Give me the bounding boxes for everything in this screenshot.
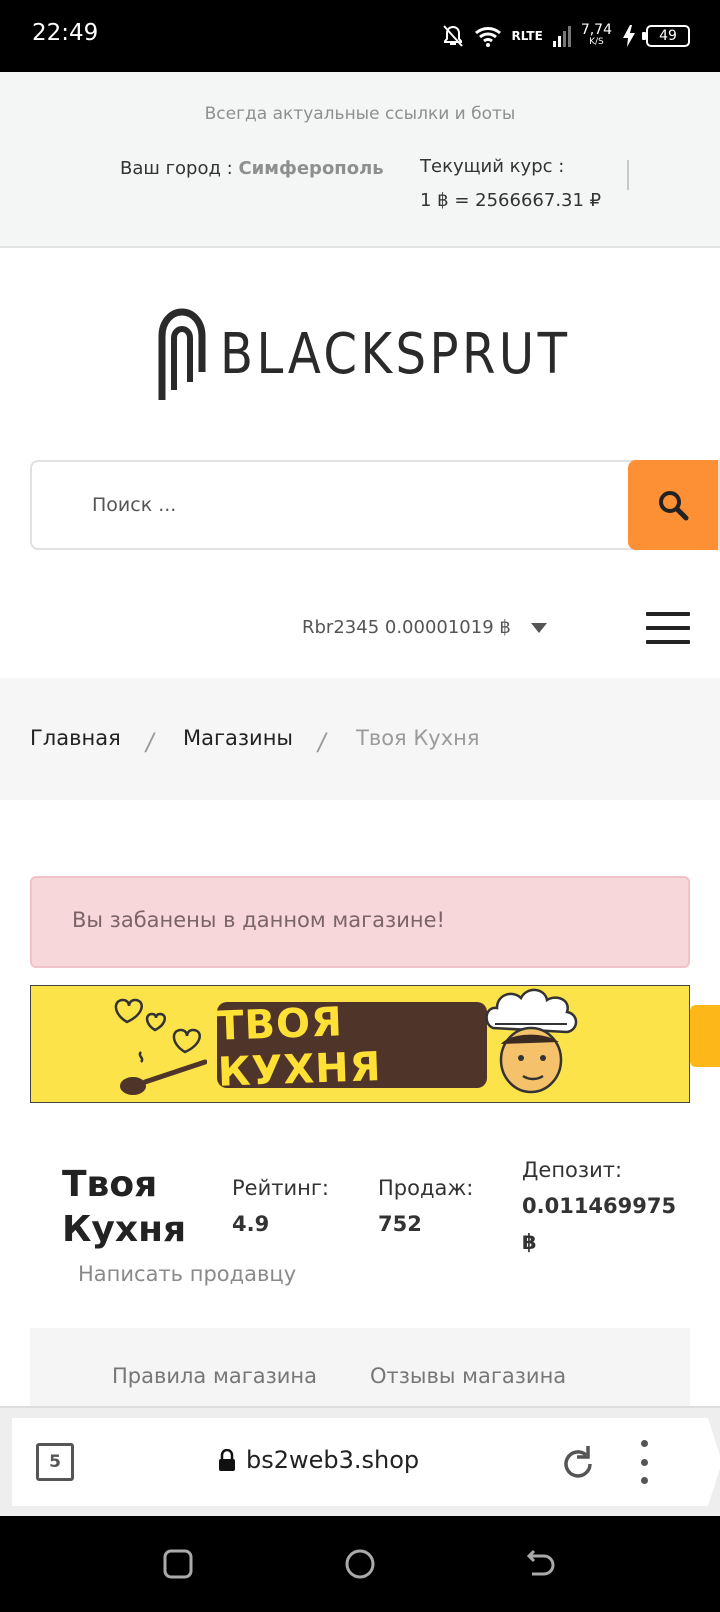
search-button[interactable] bbox=[628, 460, 718, 550]
reload-icon[interactable] bbox=[560, 1442, 596, 1482]
address-bar[interactable]: 5 bs2web3.shop bbox=[12, 1418, 720, 1506]
breadcrumb-separator: / bbox=[315, 728, 329, 756]
city-label: Ваш город : bbox=[120, 158, 233, 179]
deposit-value: 0.011469975 bbox=[522, 1194, 677, 1218]
alert-text: Вы забанены в данном магазине! bbox=[72, 908, 445, 932]
rate-label: Текущий курс : bbox=[420, 156, 565, 177]
logo-text: BLACKSPRUT bbox=[220, 321, 571, 387]
chevron-down-icon bbox=[530, 622, 547, 633]
dot-icon bbox=[640, 1477, 648, 1484]
tagline-link[interactable]: Всегда актуальные ссылки и боты bbox=[0, 104, 720, 124]
account-dropdown[interactable]: Rbr2345 0.00001019 ฿ bbox=[302, 617, 547, 638]
city-selector[interactable]: Ваш город : Симферополь bbox=[120, 158, 384, 179]
speed-unit: K/S bbox=[589, 37, 604, 47]
rating-value: 4.9 bbox=[232, 1212, 270, 1236]
menu-icon-line bbox=[646, 640, 690, 644]
breadcrumb-separator: / bbox=[143, 728, 157, 756]
site-logo[interactable]: BLACKSPRUT bbox=[158, 308, 568, 400]
status-time: 22:49 bbox=[32, 20, 99, 46]
shop-name-line2: Кухня bbox=[62, 1209, 187, 1250]
exchange-rate: Текущий курс : 1 ฿ = 2566667.31 ₽ bbox=[420, 150, 601, 218]
sales-label: Продаж: bbox=[378, 1176, 474, 1200]
banner-side-tab[interactable] bbox=[690, 1005, 720, 1067]
menu-icon-line bbox=[646, 626, 690, 630]
wifi-icon bbox=[474, 27, 501, 47]
menu-button[interactable] bbox=[646, 612, 690, 644]
more-options-button[interactable] bbox=[638, 1440, 650, 1484]
battery-level: 49 bbox=[659, 28, 677, 44]
url-display[interactable]: bs2web3.shop bbox=[218, 1446, 419, 1474]
account-balance: Rbr2345 0.00001019 ฿ bbox=[302, 617, 511, 638]
write-seller-link[interactable]: Написать продавцу bbox=[78, 1262, 296, 1286]
search-input[interactable] bbox=[32, 462, 632, 548]
shop-tabs: Правила магазина Отзывы магазина bbox=[30, 1328, 690, 1408]
battery-icon: 49 bbox=[642, 25, 690, 47]
dot-icon bbox=[640, 1440, 648, 1447]
tab-shop-reviews[interactable]: Отзывы магазина bbox=[370, 1364, 566, 1388]
network-speed: 7,74 K/S bbox=[580, 22, 612, 48]
shop-banner: ТВОЯ КУХНЯ bbox=[30, 985, 690, 1103]
home-icon[interactable] bbox=[344, 1548, 376, 1580]
top-info-bar: Всегда актуальные ссылки и боты Ваш горо… bbox=[0, 72, 720, 248]
menu-icon-line bbox=[646, 612, 690, 616]
breadcrumb-home[interactable]: Главная bbox=[30, 726, 121, 750]
divider bbox=[627, 160, 629, 190]
rating-label: Рейтинг: bbox=[232, 1176, 329, 1200]
banner-title: ТВОЯ КУХНЯ bbox=[215, 999, 383, 1096]
tab-switcher-button[interactable]: 5 bbox=[36, 1443, 74, 1481]
tab-count: 5 bbox=[49, 1452, 61, 1472]
speed-value: 7,74 bbox=[580, 22, 612, 38]
signal-icon bbox=[552, 26, 571, 47]
sales-value: 752 bbox=[378, 1212, 422, 1236]
banner-title-box: ТВОЯ КУХНЯ bbox=[215, 999, 487, 1096]
status-icons: RLTE 7,74 K/S 49 bbox=[442, 20, 690, 52]
breadcrumb: Главная / Магазины / Твоя Кухня bbox=[0, 678, 720, 800]
shop-name: Твоя Кухня bbox=[62, 1162, 186, 1252]
browser-toolbar: 5 bs2web3.shop bbox=[0, 1406, 720, 1516]
dot-icon bbox=[640, 1458, 648, 1466]
spoon-icon bbox=[120, 1051, 207, 1095]
url-text: bs2web3.shop bbox=[246, 1446, 420, 1474]
network-type: RLTE bbox=[511, 29, 543, 43]
charging-icon bbox=[623, 25, 635, 47]
city-value[interactable]: Симферополь bbox=[238, 158, 383, 179]
back-icon[interactable] bbox=[524, 1548, 556, 1580]
recent-apps-icon[interactable] bbox=[162, 1548, 194, 1580]
chef-boy-icon bbox=[485, 988, 578, 1094]
deposit-label: Депозит: bbox=[522, 1158, 623, 1182]
ban-alert: Вы забанены в данном магазине! bbox=[30, 876, 690, 968]
shop-name-line1: Твоя bbox=[62, 1164, 158, 1205]
lock-icon bbox=[219, 1449, 235, 1471]
system-nav-bar bbox=[0, 1516, 720, 1612]
status-bar: 22:49 RLTE 7,74 K/S 49 bbox=[0, 0, 720, 72]
blacksprut-logo-icon bbox=[158, 308, 206, 400]
breadcrumb-shops[interactable]: Магазины bbox=[183, 726, 293, 750]
notifications-off-icon bbox=[442, 25, 463, 47]
search-icon bbox=[659, 491, 689, 521]
tab-shop-rules[interactable]: Правила магазина bbox=[112, 1364, 317, 1388]
deposit-currency: ฿ bbox=[522, 1230, 537, 1254]
breadcrumb-current: Твоя Кухня bbox=[356, 726, 480, 750]
search-bar bbox=[30, 460, 720, 550]
rate-value: 1 ฿ = 2566667.31 ₽ bbox=[420, 190, 602, 211]
